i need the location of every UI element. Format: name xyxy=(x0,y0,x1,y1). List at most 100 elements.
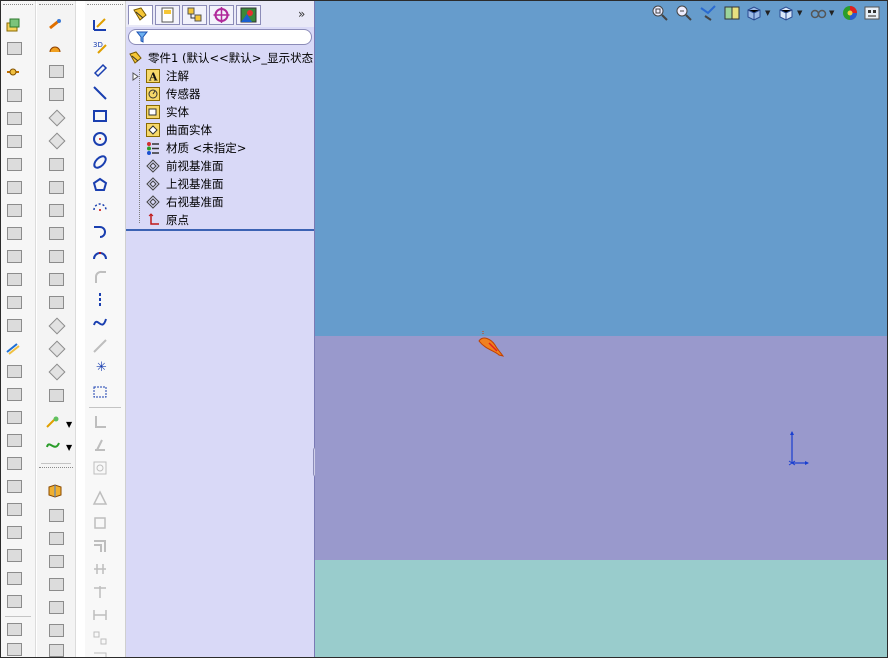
sketch-fillet-icon[interactable] xyxy=(92,269,108,285)
base-flange-icon[interactable] xyxy=(49,509,64,522)
linear-pattern-icon[interactable] xyxy=(7,434,22,447)
knit-surface-icon[interactable] xyxy=(48,363,66,381)
fill-pattern-icon[interactable] xyxy=(7,572,22,585)
trim-entities-icon[interactable] xyxy=(92,490,108,506)
dome-icon[interactable] xyxy=(7,388,22,401)
sketch-picture-icon[interactable] xyxy=(92,630,108,646)
trim-surface-icon[interactable] xyxy=(48,317,66,335)
revolved-surface-icon[interactable] xyxy=(47,39,63,55)
combine-icon[interactable] xyxy=(7,595,22,608)
planar-surface-icon[interactable] xyxy=(49,158,64,171)
chevron-down-icon[interactable]: ▼ xyxy=(765,9,770,17)
chevron-down-icon[interactable]: ▼ xyxy=(66,443,72,452)
zoom-to-fit-icon[interactable] xyxy=(651,4,669,22)
view-orientation-icon[interactable] xyxy=(745,4,763,22)
repair-sketch-icon[interactable] xyxy=(92,649,108,658)
toolbar-grip[interactable] xyxy=(39,4,73,8)
smart-dimension-icon[interactable] xyxy=(92,62,108,78)
centerline-icon[interactable] xyxy=(92,292,108,308)
polygon-icon[interactable] xyxy=(92,177,108,193)
untrim-surface-icon[interactable] xyxy=(48,340,66,358)
stretch-entities-icon[interactable] xyxy=(92,607,108,623)
tangent-arc-icon[interactable] xyxy=(92,223,108,239)
fillet-icon[interactable] xyxy=(7,250,22,263)
tab-property-manager[interactable] xyxy=(155,5,180,25)
more-tabs-button[interactable]: » xyxy=(298,7,305,21)
lofted-boss-icon[interactable] xyxy=(7,89,22,102)
toolbar-grip[interactable] xyxy=(3,4,33,8)
3d-sketch-icon[interactable] xyxy=(45,437,61,453)
sheet-metal-icon[interactable] xyxy=(47,483,63,499)
reference-plane-icon[interactable] xyxy=(5,340,21,356)
revolved-boss-icon[interactable] xyxy=(7,42,22,55)
rib-icon[interactable] xyxy=(7,365,22,378)
extruded-boss-icon[interactable] xyxy=(5,17,21,33)
chamfer-icon[interactable] xyxy=(7,273,22,286)
unfold-icon[interactable] xyxy=(49,644,64,657)
construction-geometry-icon[interactable] xyxy=(92,338,108,354)
move-copy-icon[interactable] xyxy=(7,643,22,656)
section-view-icon[interactable] xyxy=(723,4,741,22)
ruled-surface-icon[interactable] xyxy=(49,204,64,217)
edit-appearance-icon[interactable] xyxy=(841,4,859,22)
hole-wizard-icon[interactable] xyxy=(7,158,22,171)
toolbar-grip[interactable] xyxy=(87,4,123,8)
previous-view-icon[interactable] xyxy=(699,4,717,22)
offset-surface-icon[interactable] xyxy=(49,181,64,194)
rectangle-icon[interactable] xyxy=(92,108,108,124)
revolved-cut-icon[interactable] xyxy=(7,181,22,194)
surface-fillet-icon[interactable] xyxy=(49,227,64,240)
rollback-bar[interactable] xyxy=(126,229,314,231)
mirror-entities-icon[interactable] xyxy=(92,460,108,476)
lofted-surface-icon[interactable] xyxy=(49,88,64,101)
swept-surface-icon[interactable] xyxy=(49,65,64,78)
jog-icon[interactable] xyxy=(49,601,64,614)
toolbar-grip[interactable] xyxy=(39,467,73,471)
thicken-icon[interactable] xyxy=(49,389,64,402)
chevron-down-icon[interactable]: ▼ xyxy=(829,9,834,17)
graphics-area[interactable]: ▼ ▼ ▼ xyxy=(315,1,887,657)
expand-arrow-icon[interactable] xyxy=(132,72,140,81)
centerpoint-arc-icon[interactable] xyxy=(92,200,108,216)
convert-entities-icon[interactable] xyxy=(92,514,108,530)
move-entities-icon[interactable] xyxy=(92,584,108,600)
circle-icon[interactable] xyxy=(92,131,108,147)
chevron-down-icon[interactable]: ▼ xyxy=(66,420,72,429)
tab-configuration-manager[interactable] xyxy=(182,5,207,25)
sketch-pattern-icon[interactable] xyxy=(7,526,22,539)
3d-sketch-icon[interactable]: 3D xyxy=(92,39,108,55)
split-icon[interactable] xyxy=(7,623,22,636)
text-icon[interactable] xyxy=(92,384,108,400)
offset-entities-icon[interactable] xyxy=(92,538,108,554)
zoom-to-area-icon[interactable] xyxy=(675,4,693,22)
curves-dropdown-icon[interactable] xyxy=(45,414,61,430)
table-pattern-icon[interactable] xyxy=(7,549,22,562)
shell-icon[interactable] xyxy=(7,296,22,309)
tab-feature-manager[interactable] xyxy=(128,5,153,25)
line-icon[interactable] xyxy=(92,85,108,101)
curve-pattern-icon[interactable] xyxy=(7,503,22,516)
display-relations-icon[interactable] xyxy=(92,437,108,453)
extruded-surface-icon[interactable] xyxy=(47,16,63,32)
edge-flange-icon[interactable] xyxy=(49,532,64,545)
filter-field[interactable] xyxy=(128,29,312,45)
circular-pattern-icon[interactable] xyxy=(7,457,22,470)
swept-boss-icon[interactable] xyxy=(5,63,21,79)
linear-sketch-pattern-icon[interactable] xyxy=(92,561,108,577)
filled-surface-icon[interactable] xyxy=(48,132,66,150)
apply-scene-icon[interactable] xyxy=(863,4,881,22)
point-icon[interactable]: ✳ xyxy=(96,361,107,375)
display-style-icon[interactable] xyxy=(777,4,795,22)
delete-face-icon[interactable] xyxy=(49,250,64,263)
3-point-arc-icon[interactable] xyxy=(92,246,108,262)
boundary-surface-icon[interactable] xyxy=(48,109,66,127)
tab-display-manager[interactable] xyxy=(236,5,261,25)
tab-dimxpert[interactable] xyxy=(209,5,234,25)
hem-icon[interactable] xyxy=(49,578,64,591)
wrap-icon[interactable] xyxy=(7,411,22,424)
ellipse-icon[interactable] xyxy=(92,154,108,170)
hide-show-items-icon[interactable] xyxy=(809,4,827,22)
miter-flange-icon[interactable] xyxy=(49,555,64,568)
add-relation-icon[interactable] xyxy=(92,414,108,430)
sketched-bend-icon[interactable] xyxy=(49,624,64,637)
